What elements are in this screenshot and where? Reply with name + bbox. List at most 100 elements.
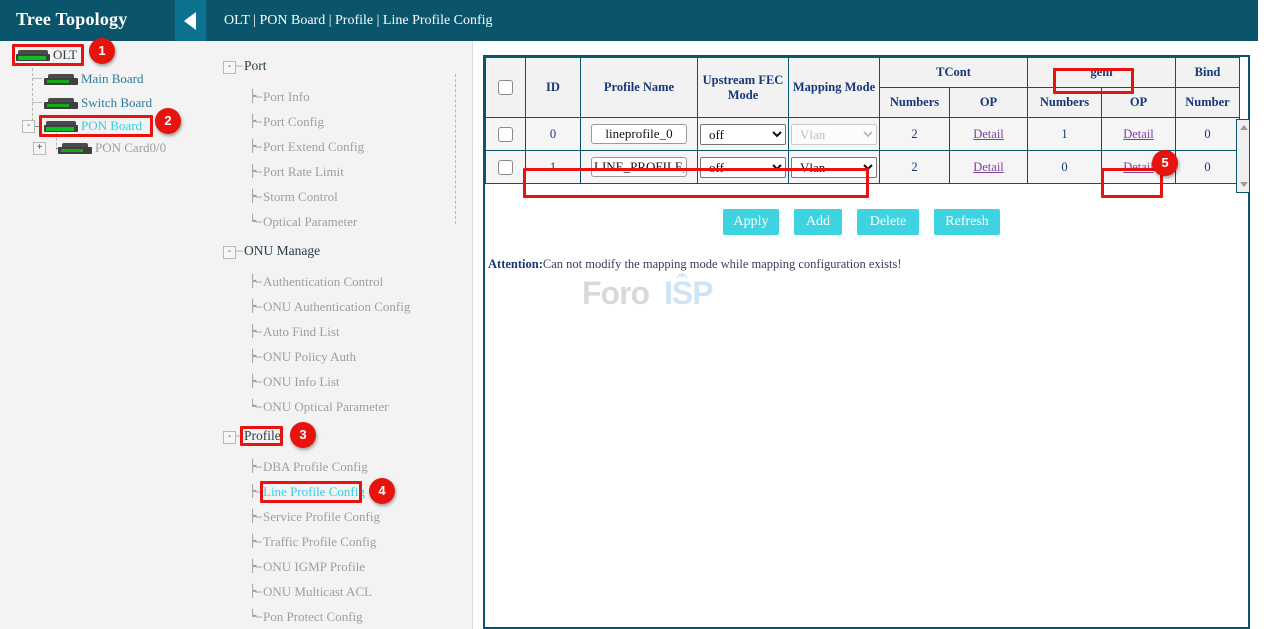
sidebar-collapse-button[interactable]: [175, 0, 206, 41]
menu-item-port-config[interactable]: Port Config: [263, 113, 324, 131]
row-checkbox[interactable]: [498, 160, 513, 175]
tree-item-label: PON Card0/0: [95, 140, 166, 155]
gem-detail-link[interactable]: Detail: [1123, 127, 1154, 141]
menu-item-service-profile-config[interactable]: Service Profile Config: [263, 508, 380, 526]
menu-item-onu-igmp-profile[interactable]: ONU IGMP Profile: [263, 558, 365, 576]
row-select-cell: [486, 151, 526, 184]
menu-item-onu-multicast-acl[interactable]: ONU Multicast ACL: [263, 583, 372, 601]
menu-item-traffic-profile-config[interactable]: Traffic Profile Config: [263, 533, 376, 551]
sidebar-header: Tree Topology: [0, 0, 206, 41]
menu-item-onu-optical-parameter[interactable]: ONU Optical Parameter: [263, 398, 389, 416]
watermark-foro: Foro: [582, 275, 649, 312]
annotation-badge-2: 2: [155, 108, 181, 134]
cell-tcont-op: Detail: [950, 118, 1028, 151]
menu-item-port-extend-config[interactable]: Port Extend Config: [263, 138, 364, 156]
cell-bind-number: 0: [1176, 118, 1240, 151]
tree-item-switch-board[interactable]: Switch Board: [44, 93, 152, 112]
menu-expander-profile[interactable]: -: [223, 431, 236, 444]
menu-item-auto-find-list[interactable]: Auto Find List: [263, 323, 340, 341]
tree-item-main-board[interactable]: Main Board: [44, 69, 143, 88]
signal-antenna-icon: [674, 269, 690, 281]
apply-button[interactable]: Apply: [723, 209, 779, 235]
tree-item-label: Switch Board: [81, 95, 152, 110]
table-row[interactable]: 0 off Vlan 2 Detail 1 Detail: [486, 118, 1240, 151]
add-button[interactable]: Add: [794, 209, 842, 235]
annotation-box-olt: [12, 44, 84, 66]
annotation-badge-1: 1: [89, 38, 115, 64]
sidebar: Tree Topology OLT Main Board Switch Boar…: [0, 0, 206, 629]
attention-text: Can not modify the mapping mode while ma…: [543, 257, 902, 271]
menu-group-onu-manage[interactable]: ONU Manage: [244, 242, 320, 260]
mapping-mode-select[interactable]: Vlan: [791, 124, 877, 145]
nav-menu-panel: - – Port ┝-- Port Info ┝-- Port Config ┝…: [206, 41, 472, 629]
cell-bind-number: 0: [1176, 151, 1240, 184]
annotation-box-profile: [240, 426, 283, 446]
col-header-profile-name: Profile Name: [581, 58, 698, 118]
menu-item-onu-info-list[interactable]: ONU Info List: [263, 373, 340, 391]
annotation-badge-3: 3: [290, 422, 316, 448]
menu-expander-onu-manage[interactable]: -: [223, 246, 236, 259]
select-all-header: [486, 58, 526, 118]
row-checkbox[interactable]: [498, 127, 513, 142]
cell-gem-op: Detail: [1102, 118, 1176, 151]
cell-fec-mode: off: [698, 118, 789, 151]
cell-tcont-op: Detail: [950, 151, 1028, 184]
device-icon: [44, 74, 78, 85]
menu-item-port-rate-limit[interactable]: Port Rate Limit: [263, 163, 344, 181]
menu-item-storm-control[interactable]: Storm Control: [263, 188, 338, 206]
tree-item-pon-card[interactable]: PON Card0/0: [58, 138, 166, 157]
device-icon: [44, 98, 78, 109]
annotation-box-pon-board: [39, 115, 153, 137]
annotation-badge-4: 4: [369, 478, 395, 504]
col-header-mapping-mode: Mapping Mode: [789, 58, 880, 118]
tcont-detail-link[interactable]: Detail: [973, 127, 1004, 141]
delete-button[interactable]: Delete: [857, 209, 919, 235]
cell-profile-name: [581, 118, 698, 151]
menu-item-onu-authentication-config[interactable]: ONU Authentication Config: [263, 298, 410, 316]
attention-note: Attention:Can not modify the mapping mod…: [488, 257, 901, 272]
table-vertical-scrollbar[interactable]: [1236, 119, 1250, 193]
col-header-tcont-numbers: Numbers: [880, 88, 950, 118]
menu-item-port-info[interactable]: Port Info: [263, 88, 310, 106]
sidebar-title: Tree Topology: [16, 9, 127, 30]
annotation-box-row-1: [523, 168, 869, 198]
breadcrumb: OLT | PON Board | Profile | Line Profile…: [224, 13, 493, 29]
tcont-detail-link[interactable]: Detail: [973, 160, 1004, 174]
cell-mapping-mode: Vlan: [789, 118, 880, 151]
cell-id: 0: [526, 118, 581, 151]
device-icon: [58, 143, 92, 154]
menu-item-authentication-control[interactable]: Authentication Control: [263, 273, 383, 291]
col-header-bind: Bind: [1176, 58, 1240, 88]
menu-group-port[interactable]: Port: [244, 57, 267, 75]
col-header-bind-number: Number: [1176, 88, 1240, 118]
attention-label: Attention:: [488, 257, 543, 271]
select-all-checkbox[interactable]: [498, 80, 513, 95]
annotation-box-line-profile-config: [260, 481, 362, 503]
cell-gem-numbers: 1: [1028, 118, 1102, 151]
tree-connector: [32, 78, 42, 79]
watermark: Foro ISP: [582, 275, 772, 319]
cell-tcont-numbers: 2: [880, 151, 950, 184]
col-header-tcont: TCont: [880, 58, 1028, 88]
refresh-button[interactable]: Refresh: [934, 209, 1000, 235]
row-select-cell: [486, 118, 526, 151]
cell-tcont-numbers: 2: [880, 118, 950, 151]
profile-name-input[interactable]: [591, 124, 687, 144]
action-button-row: Apply Add Delete Refresh: [723, 209, 1243, 237]
fec-mode-select[interactable]: off: [700, 124, 786, 145]
scroll-down-arrow-icon[interactable]: [1240, 182, 1248, 187]
scroll-up-arrow-icon[interactable]: [1240, 125, 1248, 130]
menu-item-onu-policy-auth[interactable]: ONU Policy Auth: [263, 348, 356, 366]
col-header-id: ID: [526, 58, 581, 118]
menu-item-optical-parameter[interactable]: Optical Parameter: [263, 213, 357, 231]
col-header-tcont-op: OP: [950, 88, 1028, 118]
menu-item-pon-protect-config[interactable]: Pon Protect Config: [263, 608, 363, 626]
annotation-box-gem: [1053, 68, 1134, 94]
chevron-left-icon: [184, 12, 196, 30]
cell-gem-numbers: 0: [1028, 151, 1102, 184]
menu-item-dba-profile-config[interactable]: DBA Profile Config: [263, 458, 368, 476]
menu-expander-port[interactable]: -: [223, 61, 236, 74]
tree-expander-pon-card[interactable]: +: [33, 142, 46, 155]
line-profile-panel: ID Profile Name Upstream FEC Mode Mappin…: [483, 55, 1250, 629]
tree-expander-pon-board[interactable]: -: [22, 120, 35, 133]
